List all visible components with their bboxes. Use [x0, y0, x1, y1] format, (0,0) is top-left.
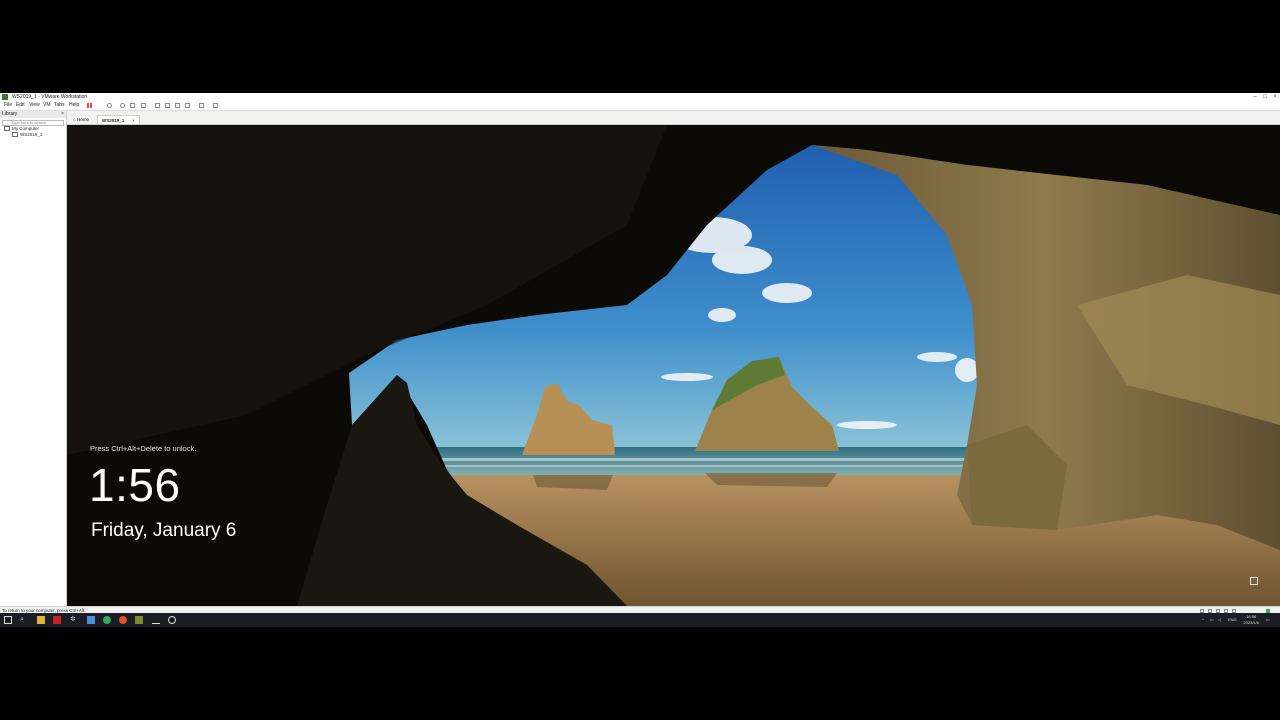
settings-icon[interactable]: ✲ — [70, 616, 78, 624]
tray-chevron-icon[interactable]: ^ — [1202, 613, 1204, 627]
network-icon[interactable]: ▭ — [1210, 613, 1214, 627]
vm-icon — [12, 132, 18, 138]
chrome-icon[interactable] — [103, 616, 111, 624]
vmware-logo-icon — [2, 94, 8, 100]
lockscreen-time: 1:56 — [89, 459, 181, 511]
pause-icon[interactable] — [87, 103, 92, 108]
vm-console[interactable]: Press Ctrl+Alt+Delete to unlock. 1:56 Fr… — [67, 125, 1280, 606]
vmware-window: WS2019_1 - VMware Workstation – □ × File… — [0, 93, 1280, 627]
menu-file[interactable]: File — [4, 101, 12, 110]
tab-home[interactable]: ⌂ Home — [69, 115, 93, 124]
file-explorer-icon[interactable] — [37, 616, 45, 624]
menu-vm[interactable]: VM — [43, 101, 51, 110]
notification-icon[interactable]: ▭ — [1266, 613, 1270, 627]
start-icon[interactable] — [4, 616, 12, 624]
tree-item-label: WS2019_1 — [20, 132, 43, 137]
vmware-taskbar-icon[interactable] — [135, 616, 143, 624]
lockscreen-hint: Press Ctrl+Alt+Delete to unlock. — [90, 444, 197, 453]
console-view-icon[interactable] — [165, 103, 170, 108]
tab-label: Home — [76, 117, 89, 122]
taskbar-clock[interactable]: 18:56 2023/1/6 — [1243, 614, 1259, 625]
close-button[interactable]: × — [1270, 93, 1280, 101]
minimize-button[interactable]: – — [1250, 93, 1260, 101]
volume-icon[interactable]: ◁ — [1218, 613, 1221, 627]
snapshot-icon[interactable] — [120, 103, 125, 108]
host-taskbar: ⌕ ✲ ^ ▭ ◁ ENG 18:56 2023/1/6 ▭ — [0, 613, 1280, 627]
menu-tabs[interactable]: Tabs — [54, 101, 65, 110]
tab-bar: ⌂ Home WS2019_1 × — [67, 111, 1280, 125]
tree-item-label: My Computer — [12, 126, 40, 131]
clock-app-icon[interactable] — [168, 616, 176, 624]
menu-view[interactable]: View — [29, 101, 40, 110]
window-title: WS2019_1 - VMware Workstation — [12, 94, 88, 100]
fullscreen-icon[interactable] — [175, 103, 180, 108]
revert-snapshot-icon[interactable] — [130, 103, 135, 108]
menu-help[interactable]: Help — [69, 101, 79, 110]
library-panel: Library × ⌕ Type here to search My Compu… — [0, 111, 67, 606]
library-close-button[interactable]: × — [61, 111, 64, 118]
lockscreen-wallpaper — [67, 125, 1280, 606]
tab-close-icon[interactable]: × — [132, 118, 135, 123]
library-view-icon[interactable] — [155, 103, 160, 108]
terminal-icon[interactable] — [152, 616, 160, 624]
tab-ws2019-1[interactable]: WS2019_1 × — [97, 115, 140, 124]
send-ctrl-alt-del-icon[interactable] — [107, 103, 112, 108]
language-indicator[interactable]: ENG — [1228, 613, 1237, 627]
library-header: Library — [0, 111, 66, 118]
tree-item-vm[interactable]: WS2019_1 — [12, 132, 42, 138]
stretch-guest-icon[interactable] — [213, 103, 218, 108]
unity-icon[interactable] — [185, 103, 190, 108]
menu-edit[interactable]: Edit — [16, 101, 25, 110]
app-orange-icon[interactable] — [119, 616, 127, 624]
search-icon[interactable]: ⌕ — [20, 616, 28, 624]
app-red-icon[interactable] — [53, 616, 61, 624]
taskbar-date: 2023/1/6 — [1243, 619, 1259, 625]
accessibility-icon[interactable] — [1250, 577, 1258, 585]
lockscreen-date: Friday, January 6 — [91, 520, 237, 541]
tab-label: WS2019_1 — [102, 118, 125, 123]
menu-bar: File Edit View VM Tabs Help — [0, 101, 1280, 111]
snapshot-manager-icon[interactable] — [141, 103, 146, 108]
maximize-button[interactable]: □ — [1260, 93, 1270, 101]
console-icon[interactable] — [199, 103, 204, 108]
notepad-icon[interactable] — [87, 616, 95, 624]
computer-icon — [4, 126, 10, 132]
title-bar: WS2019_1 - VMware Workstation – □ × — [0, 93, 1280, 101]
